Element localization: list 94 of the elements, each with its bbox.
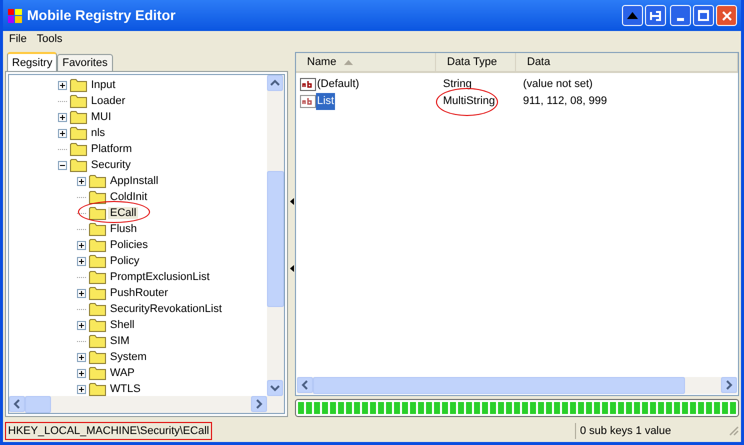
table-cell: 911, 112, 08, 999: [523, 95, 607, 108]
folder-icon: [89, 206, 106, 220]
close-button[interactable]: [716, 5, 737, 26]
left-arrow-icon[interactable]: [290, 264, 294, 272]
folder-icon: [70, 78, 87, 92]
plus-box-icon[interactable]: [58, 80, 67, 90]
tree-item[interactable]: MUI: [89, 110, 114, 123]
plus-box-icon[interactable]: [77, 288, 86, 298]
resize-grip-icon[interactable]: [729, 426, 739, 436]
folder-icon: [70, 110, 87, 124]
tree-item[interactable]: Policies: [108, 238, 150, 251]
pin-icon: [649, 9, 662, 22]
status-summary: 0 sub keys 1 value: [575, 422, 725, 440]
tree-item[interactable]: Security: [89, 158, 133, 171]
folder-icon: [89, 334, 106, 348]
tree-item[interactable]: Platform: [89, 142, 134, 155]
folder-icon: [70, 126, 87, 140]
sort-arrow-icon: [344, 60, 354, 64]
tree-item[interactable]: ECall: [108, 206, 138, 219]
table-cell: (value not set): [523, 78, 593, 90]
scroll-down-button[interactable]: [267, 380, 283, 396]
tree-item[interactable]: ColdInit: [108, 190, 150, 203]
scroll-left-button[interactable]: [297, 377, 313, 393]
plus-box-icon[interactable]: [77, 368, 86, 378]
folder-icon: [89, 174, 106, 188]
column-header[interactable]: Data: [516, 53, 738, 71]
column-header[interactable]: Name: [296, 53, 436, 71]
tab[interactable]: Favorites: [57, 54, 113, 71]
minus-box-icon[interactable]: [58, 160, 67, 170]
table-cell: String: [443, 78, 472, 90]
plus-box-icon[interactable]: [58, 128, 67, 138]
menu-item[interactable]: Tools: [36, 31, 62, 48]
folder-icon: [89, 238, 106, 252]
folder-icon: [70, 94, 87, 108]
folder-icon: [89, 350, 106, 364]
string-value-icon: [300, 94, 316, 108]
folder-icon: [70, 158, 87, 172]
tree-item[interactable]: WTLS: [108, 382, 143, 395]
plus-box-icon[interactable]: [77, 240, 86, 250]
folder-icon: [89, 366, 106, 380]
folder-icon: [89, 302, 106, 316]
tab[interactable]: Regsitry: [7, 52, 58, 71]
plus-box-icon[interactable]: [77, 320, 86, 330]
tree-item[interactable]: SecurityRevokationList: [108, 302, 224, 315]
tree-item[interactable]: WAP: [108, 366, 137, 379]
scroll-right-button[interactable]: [721, 377, 737, 393]
horizontal-scrollbar[interactable]: [9, 396, 284, 413]
scroll-up-button[interactable]: [267, 75, 283, 91]
folder-icon: [89, 286, 106, 300]
tree-item[interactable]: Input: [89, 78, 118, 91]
scroll-thumb[interactable]: [25, 396, 51, 413]
left-arrow-icon[interactable]: [290, 198, 294, 204]
pin-button[interactable]: [645, 5, 666, 26]
scroll-left-button[interactable]: [9, 396, 25, 412]
tree-item[interactable]: Flush: [108, 222, 139, 235]
vertical-scrollbar[interactable]: [267, 75, 284, 396]
plus-box-icon[interactable]: [77, 176, 86, 186]
folder-icon: [89, 222, 106, 236]
plus-box-icon[interactable]: [77, 256, 86, 266]
window-title: Mobile Registry Editor: [27, 6, 176, 25]
column-header[interactable]: Data Type: [436, 53, 516, 71]
folder-icon: [70, 142, 87, 156]
scroll-thumb[interactable]: [267, 171, 284, 307]
menu-item[interactable]: File: [9, 31, 27, 48]
folder-icon: [89, 254, 106, 268]
plus-box-icon[interactable]: [77, 384, 86, 394]
tree-item[interactable]: SIM: [108, 334, 132, 347]
scroll-thumb[interactable]: [313, 377, 685, 394]
horizontal-scrollbar[interactable]: [297, 377, 737, 394]
tree-item[interactable]: PromptExclusionList: [108, 270, 212, 283]
table-cell: MultiString: [443, 95, 495, 108]
plus-box-icon[interactable]: [58, 112, 67, 122]
string-value-icon: [300, 78, 316, 92]
close-icon: [720, 10, 732, 22]
folder-icon: [89, 382, 106, 396]
minimize-button[interactable]: [670, 5, 691, 26]
folder-icon: [89, 270, 106, 284]
up-arrow-button[interactable]: [622, 5, 643, 26]
tree-item[interactable]: Policy: [108, 254, 142, 267]
scroll-right-button[interactable]: [251, 396, 267, 412]
app-icon: [7, 8, 23, 24]
plus-box-icon[interactable]: [77, 352, 86, 362]
folder-icon: [89, 318, 106, 332]
tree-item[interactable]: nls: [89, 126, 108, 139]
tree-item[interactable]: AppInstall: [108, 174, 160, 187]
tree-item[interactable]: PushRouter: [108, 286, 170, 299]
tree-item[interactable]: Shell: [108, 318, 136, 331]
maximize-button[interactable]: [693, 5, 714, 26]
folder-icon: [89, 190, 106, 204]
status-path: HKEY_LOCAL_MACHINE\Security\ECall: [5, 422, 212, 440]
tree-item[interactable]: System: [108, 350, 149, 363]
value-name[interactable]: List: [316, 93, 336, 110]
tree-item[interactable]: Loader: [89, 94, 128, 107]
value-name[interactable]: (Default): [316, 76, 360, 93]
